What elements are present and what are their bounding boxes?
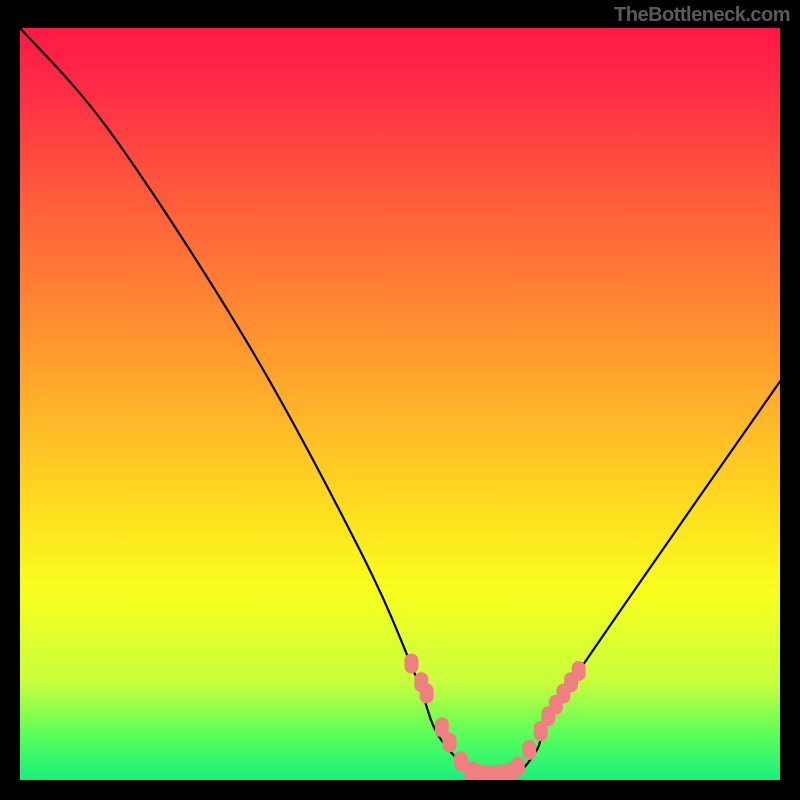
chart-svg	[20, 28, 780, 780]
chart-container: TheBottleneck.com	[0, 0, 800, 800]
marker-bead	[572, 661, 586, 681]
plot-area	[20, 28, 780, 780]
marker-bead	[511, 756, 525, 776]
marker-bead	[404, 653, 418, 673]
marker-bead	[420, 684, 434, 704]
marker-beads-group	[404, 653, 585, 780]
marker-bead	[442, 732, 456, 752]
watermark-text: TheBottleneck.com	[614, 4, 790, 27]
bottleneck-curve-line	[20, 28, 780, 779]
marker-bead	[522, 740, 536, 760]
